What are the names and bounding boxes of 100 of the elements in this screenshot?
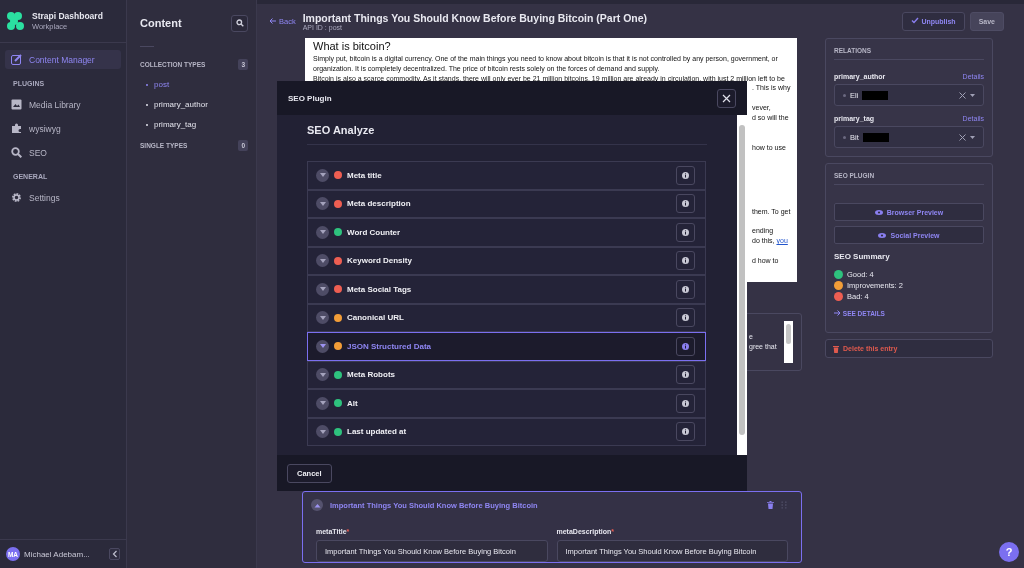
check-label: Meta title: [347, 170, 383, 180]
close-icon: [722, 93, 731, 103]
search-icon: [235, 19, 244, 27]
collapse-button[interactable]: [109, 548, 120, 560]
close-button[interactable]: [717, 88, 736, 108]
seo-check-row[interactable]: Meta description: [307, 189, 706, 218]
expand-toggle[interactable]: [316, 311, 329, 325]
info-button[interactable]: [676, 222, 695, 242]
summary-title: SEO Summary: [834, 252, 891, 261]
expand-toggle[interactable]: [316, 368, 329, 382]
section-title: SEO Analyze: [307, 124, 376, 136]
nav-item[interactable]: Media Library: [5, 95, 121, 114]
document-heading: What is bitcoin?: [313, 40, 392, 52]
seo-check-row[interactable]: Canonical URL: [307, 303, 706, 332]
info-button[interactable]: [676, 365, 695, 385]
check-label: Meta Social Tags: [347, 284, 413, 294]
info-icon: [682, 200, 689, 208]
trash-icon: [833, 344, 839, 353]
collection-type-link[interactable]: primary_author: [140, 95, 248, 115]
seo-check-row[interactable]: Keyword Density: [307, 246, 706, 275]
seo-check-row[interactable]: Word Counter: [307, 218, 706, 247]
info-button[interactable]: [676, 165, 695, 185]
drag-handle-icon[interactable]: [781, 501, 787, 509]
entry-title: Important Things You Should Know Before Buying Bitcoin (Part One): [302, 11, 649, 24]
info-icon: [682, 342, 689, 350]
info-icon: [682, 228, 689, 236]
caret-down-icon: [319, 258, 326, 263]
check-label: JSON Structured Data: [347, 341, 433, 351]
nav-item[interactable]: SEO: [5, 143, 121, 162]
caret-down-icon: [319, 401, 326, 406]
info-button[interactable]: [676, 279, 695, 299]
check-icon: [911, 17, 920, 24]
info-icon: [682, 399, 689, 407]
expand-toggle[interactable]: [316, 168, 329, 182]
help-button[interactable]: ?: [999, 542, 1019, 562]
caret-down-icon: [319, 344, 326, 349]
seo-check-row[interactable]: Alt: [307, 389, 706, 418]
caret-down-icon: [319, 173, 326, 178]
redaction-block: [862, 90, 889, 100]
info-button[interactable]: [676, 336, 695, 356]
clear-icon[interactable]: [959, 133, 966, 141]
caret-down-icon: [319, 315, 326, 320]
pencil-icon: [11, 54, 22, 65]
expand-toggle[interactable]: [316, 282, 329, 296]
caret-down-icon: [319, 429, 326, 434]
caret-down-icon[interactable]: [970, 93, 975, 97]
scrollbar[interactable]: [737, 115, 747, 455]
check-label: Keyword Density: [347, 256, 413, 266]
settings-icon: [11, 192, 22, 203]
puzzle-icon: [11, 123, 22, 134]
seo-check-row[interactable]: JSON Structured Data: [307, 332, 706, 361]
expand-toggle[interactable]: [316, 396, 329, 410]
check-label: Canonical URL: [347, 313, 405, 323]
info-icon: [682, 257, 689, 265]
caret-down-icon[interactable]: [970, 135, 975, 139]
check-label: Word Counter: [347, 227, 402, 237]
expand-toggle[interactable]: [316, 254, 329, 268]
user-name: Michael Adebam...: [24, 549, 91, 559]
collection-type-link[interactable]: primary_tag: [140, 115, 248, 135]
check-label: Last updated at: [347, 427, 408, 437]
info-button[interactable]: [676, 251, 695, 271]
nav-item[interactable]: Settings: [5, 188, 121, 207]
app-title: Strapi Dashboard: [32, 11, 103, 21]
arrow-left-icon: [269, 18, 276, 24]
info-icon: [682, 285, 689, 293]
caret-down-icon: [319, 372, 326, 377]
info-icon: [682, 171, 689, 179]
seo-check-row[interactable]: Meta Robots: [307, 360, 706, 389]
collapse-toggle[interactable]: [311, 499, 323, 511]
info-button[interactable]: [676, 393, 695, 413]
check-label: Meta description: [347, 199, 412, 209]
collection-type-link[interactable]: post: [140, 75, 248, 95]
expand-toggle[interactable]: [316, 339, 329, 353]
search-button[interactable]: [231, 14, 248, 32]
trash-icon[interactable]: [767, 501, 774, 509]
logo-icon: [6, 12, 26, 30]
scrollbar[interactable]: [784, 321, 793, 363]
expand-toggle[interactable]: [316, 425, 329, 439]
search-icon: [11, 147, 22, 158]
image-icon: [11, 99, 22, 110]
seo-check-row[interactable]: Last updated at: [307, 417, 706, 446]
caret-down-icon: [319, 230, 326, 235]
info-icon: [682, 371, 689, 379]
dialog-title: SEO Plugin: [288, 93, 332, 103]
info-button[interactable]: [676, 422, 695, 442]
nav-item[interactable]: wysiwyg: [5, 119, 121, 138]
nav-item[interactable]: Content Manager: [5, 50, 121, 69]
expand-toggle[interactable]: [316, 225, 329, 239]
caret-down-icon: [319, 287, 326, 292]
info-button[interactable]: [676, 308, 695, 328]
seo-check-row[interactable]: Meta Social Tags: [307, 275, 706, 304]
info-button[interactable]: [676, 194, 695, 214]
expand-toggle[interactable]: [316, 197, 329, 211]
arrow-right-icon: [834, 310, 841, 316]
info-icon: [682, 428, 689, 436]
check-label: Alt: [347, 398, 359, 408]
eye-icon: [874, 209, 883, 215]
seo-check-row[interactable]: Meta title: [307, 161, 706, 190]
clear-icon[interactable]: [959, 91, 966, 99]
eye-icon: [878, 232, 887, 238]
